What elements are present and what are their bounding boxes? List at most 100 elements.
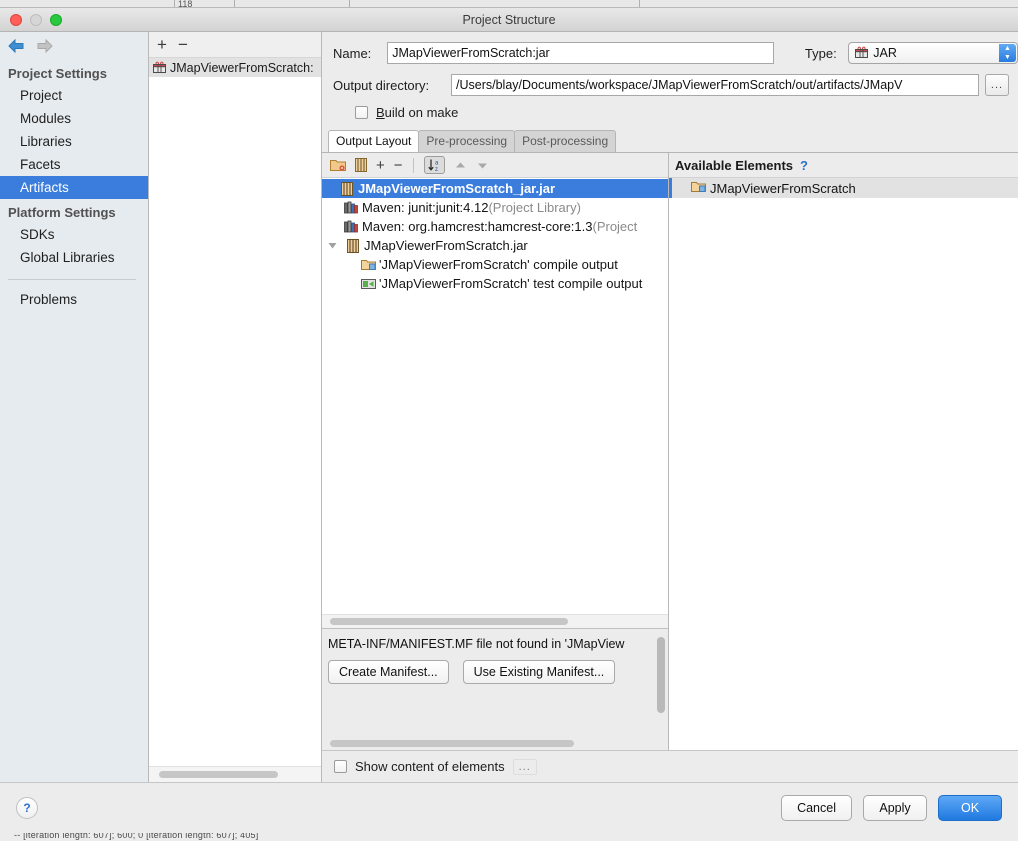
table-row[interactable]: Maven: junit:junit:4.12 (Project Library…: [322, 198, 668, 217]
create-directory-icon[interactable]: [330, 158, 346, 172]
sidebar-item-modules[interactable]: Modules: [0, 107, 148, 130]
tree-label: Maven: junit:junit:4.12: [362, 200, 488, 215]
artifact-name-input[interactable]: JMapViewerFromScratch:jar: [387, 42, 774, 64]
show-content-checkbox[interactable]: [334, 760, 347, 773]
list-item[interactable]: JMapViewerFromScratch:: [149, 58, 321, 77]
jar-icon: [345, 239, 361, 253]
apply-button[interactable]: Apply: [863, 795, 927, 821]
cancel-button[interactable]: Cancel: [781, 795, 852, 821]
project-structure-dialog: Project Structure Project Settings Proje…: [0, 8, 1018, 833]
table-row[interactable]: JMapViewerFromScratch_jar.jar: [322, 179, 668, 198]
sidebar-item-facets[interactable]: Facets: [0, 153, 148, 176]
output-layout-pane: + − a z: [322, 153, 669, 750]
output-directory-label: Output directory:: [333, 78, 451, 93]
dialog-titlebar: Project Structure: [0, 8, 1018, 32]
forward-arrow-icon[interactable]: [35, 37, 55, 55]
background-window-bottom-strip: -- [iteration length: 607]; 600; 0 [iter…: [0, 833, 1018, 841]
chevron-updown-icon[interactable]: ▲ ▼: [999, 44, 1016, 62]
table-row[interactable]: 'JMapViewerFromScratch' test compile out…: [322, 274, 668, 293]
sidebar-item-project[interactable]: Project: [0, 84, 148, 107]
library-icon: [343, 201, 359, 214]
scrollbar-thumb[interactable]: [657, 637, 665, 713]
module-output-icon: [691, 180, 706, 196]
show-content-options-button[interactable]: ...: [513, 759, 537, 775]
table-row[interactable]: JMapViewerFromScratch.jar: [322, 236, 668, 255]
manifest-message: META-INF/MANIFEST.MF file not found in '…: [328, 637, 668, 651]
sidebar-item-global-libraries[interactable]: Global Libraries: [0, 246, 148, 269]
available-elements-list[interactable]: JMapViewerFromScratch: [669, 178, 1018, 750]
table-row[interactable]: 'JMapViewerFromScratch' compile output: [322, 255, 668, 274]
output-layout-content: + − a z: [322, 152, 1018, 750]
create-manifest-button[interactable]: Create Manifest...: [328, 660, 449, 684]
scrollbar-thumb[interactable]: [159, 771, 278, 778]
tab-output-layout[interactable]: Output Layout: [328, 130, 419, 152]
background-window-top-strip: 118: [0, 0, 1018, 8]
settings-sidebar: Project Settings Project Modules Librari…: [0, 32, 149, 782]
build-on-make-label[interactable]: Build on make: [376, 105, 458, 120]
background-cell: [235, 0, 350, 8]
manifest-horizontal-scrollbar[interactable]: [322, 736, 668, 750]
help-icon[interactable]: ?: [800, 158, 808, 173]
remove-element-button[interactable]: −: [394, 157, 403, 174]
background-cell: [130, 0, 175, 8]
available-element-label: JMapViewerFromScratch: [710, 181, 856, 196]
detail-tabs: Output Layout Pre-processing Post-proces…: [328, 130, 1018, 152]
name-type-row: Name: JMapViewerFromScratch:jar Type: JA…: [322, 38, 1018, 68]
scrollbar-thumb[interactable]: [330, 740, 574, 747]
manifest-vertical-scrollbar[interactable]: [657, 635, 665, 733]
background-cell: [350, 0, 640, 8]
background-bottom-text: -- [iteration length: 607]; 600; 0 [iter…: [14, 833, 258, 839]
browse-output-directory-button[interactable]: ...: [985, 74, 1009, 96]
show-content-label[interactable]: Show content of elements: [355, 759, 505, 774]
output-directory-row: Output directory: /Users/blay/Documents/…: [322, 70, 1018, 100]
toolbar-divider: [413, 158, 414, 173]
list-item[interactable]: JMapViewerFromScratch: [669, 178, 1018, 198]
manifest-panel: META-INF/MANIFEST.MF file not found in '…: [322, 628, 668, 750]
artifacts-list[interactable]: JMapViewerFromScratch:: [149, 58, 321, 766]
create-archive-icon[interactable]: [355, 158, 367, 172]
scrollbar-thumb[interactable]: [330, 618, 568, 625]
jar-artifact-icon: [855, 45, 868, 61]
tree-horizontal-scrollbar[interactable]: [322, 614, 668, 628]
sort-alphabetically-icon[interactable]: a z: [424, 156, 445, 174]
back-arrow-icon[interactable]: [6, 37, 26, 55]
build-on-make-row: Build on make: [322, 100, 1018, 124]
remove-artifact-button[interactable]: −: [178, 36, 188, 53]
tab-post-processing[interactable]: Post-processing: [514, 130, 616, 152]
collapse-triangle-icon[interactable]: [326, 241, 339, 250]
artifact-type-value: JAR: [873, 46, 897, 60]
move-down-icon[interactable]: [476, 159, 489, 172]
sidebar-item-problems[interactable]: Problems: [0, 288, 148, 311]
dialog-body: Project Settings Project Modules Librari…: [0, 32, 1018, 782]
tree-label: 'JMapViewerFromScratch' test compile out…: [379, 276, 642, 291]
type-label: Type:: [805, 46, 848, 61]
tree-label-suffix: (Project: [592, 219, 637, 234]
artifacts-list-panel: + − JMapViewerFromScratch:: [149, 32, 322, 782]
artifacts-toolbar: + −: [149, 32, 321, 58]
sidebar-item-artifacts[interactable]: Artifacts: [0, 176, 148, 199]
add-artifact-button[interactable]: +: [157, 36, 167, 53]
output-layout-tree[interactable]: JMapViewerFromScratch_jar.jar: [322, 178, 668, 614]
add-element-button[interactable]: +: [376, 157, 385, 174]
help-button[interactable]: ?: [16, 797, 38, 819]
sidebar-item-sdks[interactable]: SDKs: [0, 223, 148, 246]
svg-text:z: z: [435, 167, 438, 172]
sidebar-nav-buttons: [0, 32, 148, 60]
manifest-buttons: Create Manifest... Use Existing Manifest…: [328, 660, 668, 684]
table-row[interactable]: Maven: org.hamcrest:hamcrest-core:1.3 (P…: [322, 217, 668, 236]
artifact-label: JMapViewerFromScratch:: [170, 61, 314, 75]
use-existing-manifest-button[interactable]: Use Existing Manifest...: [463, 660, 616, 684]
tab-pre-processing[interactable]: Pre-processing: [418, 130, 515, 152]
available-elements-header: Available Elements ?: [669, 153, 1018, 178]
sidebar-item-libraries[interactable]: Libraries: [0, 130, 148, 153]
move-up-icon[interactable]: [454, 159, 467, 172]
artifact-type-select[interactable]: JAR ▲ ▼: [848, 42, 1018, 64]
build-on-make-checkbox[interactable]: [355, 106, 368, 119]
artifacts-horizontal-scrollbar[interactable]: [149, 766, 321, 782]
library-icon: [343, 220, 359, 233]
selection-indicator: [669, 178, 672, 198]
ok-button[interactable]: OK: [938, 795, 1002, 821]
output-directory-input[interactable]: /Users/blay/Documents/workspace/JMapView…: [451, 74, 979, 96]
available-elements-pane: Available Elements ? J: [669, 153, 1018, 750]
jar-artifact-icon: [153, 60, 166, 76]
